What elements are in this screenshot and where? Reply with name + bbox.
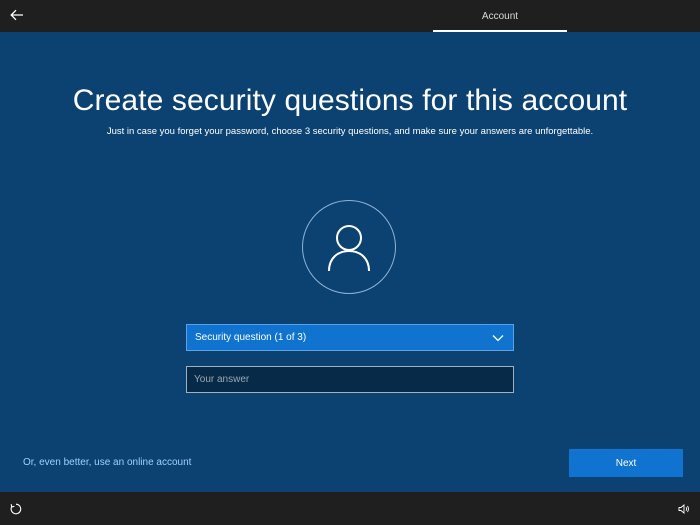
volume-icon (678, 504, 689, 514)
bottom-bar (0, 492, 700, 525)
security-question-selected: Security question (1 of 3) (195, 332, 307, 343)
tab-account[interactable]: Account (433, 0, 567, 32)
answer-input[interactable] (186, 366, 514, 393)
security-question-dropdown[interactable]: Security question (1 of 3) (186, 324, 514, 351)
page-title: Create security questions for this accou… (72, 84, 628, 117)
user-icon (328, 225, 370, 272)
ease-of-access-icon (10, 503, 22, 515)
chevron-down-icon (483, 325, 513, 350)
avatar (302, 200, 396, 294)
page-subtitle: Just in case you forget your password, c… (106, 126, 594, 137)
ease-of-access-button[interactable] (8, 501, 24, 517)
main-content: Create security questions for this accou… (0, 32, 700, 492)
online-account-link[interactable]: Or, even better, use an online account (23, 457, 191, 468)
tab-account-label: Account (481, 10, 519, 22)
volume-button[interactable] (676, 501, 692, 517)
top-bar: Account (0, 0, 700, 32)
back-button[interactable] (6, 4, 28, 26)
next-button[interactable]: Next (569, 449, 683, 477)
back-arrow-icon (10, 9, 23, 21)
